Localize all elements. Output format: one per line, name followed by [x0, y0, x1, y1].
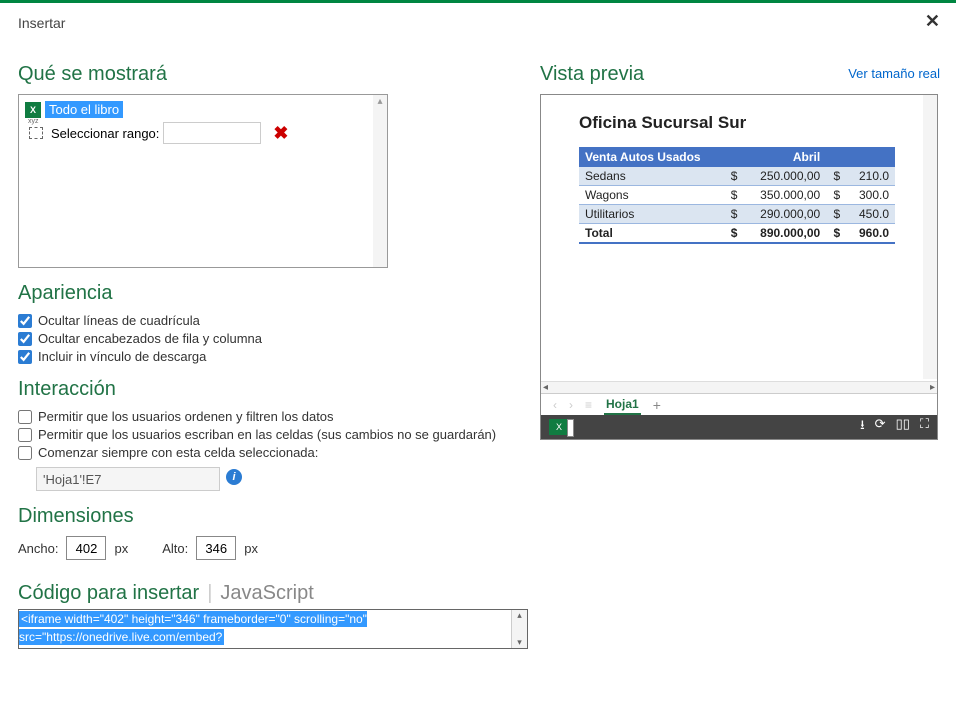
- section-interaction: Interacción: [18, 378, 528, 401]
- preview-table: Venta Autos Usados Abril Sedans$250.000,…: [579, 147, 895, 244]
- info-icon[interactable]: i: [226, 469, 242, 485]
- close-icon[interactable]: ✕: [925, 11, 940, 32]
- clear-range-icon[interactable]: ✖: [273, 123, 288, 144]
- embed-js-tab[interactable]: JavaScript: [220, 582, 313, 605]
- allow-write-label: Permitir que los usuarios escriban en la…: [38, 427, 496, 442]
- download-icon[interactable]: ⭳: [860, 416, 865, 438]
- preview-title: Oficina Sucursal Sur: [579, 113, 923, 133]
- tab-list-icon[interactable]: ≡: [585, 398, 592, 412]
- section-appearance: Apariencia: [18, 282, 528, 305]
- add-sheet-icon[interactable]: +: [653, 397, 661, 413]
- th-month: Abril: [723, 147, 826, 167]
- start-cell-input[interactable]: [36, 467, 220, 491]
- sheet-tabs: ‹ › ≡ Hoja1 +: [541, 393, 937, 415]
- section-what: Qué se mostrará: [18, 63, 528, 86]
- embed-code-box[interactable]: <iframe width="402" height="346" framebo…: [18, 609, 528, 649]
- tab-prev-icon[interactable]: ‹: [553, 398, 557, 412]
- embed-code-text[interactable]: <iframe width="402" height="346" framebo…: [19, 611, 367, 645]
- height-input[interactable]: [196, 536, 236, 560]
- start-cell-label: Comenzar siempre con esta celda seleccio…: [38, 445, 318, 460]
- refresh-icon[interactable]: ⟳: [875, 416, 886, 438]
- separator: |: [207, 582, 212, 605]
- code-scrollbar[interactable]: ▴▾: [511, 610, 527, 648]
- height-px: px: [244, 541, 258, 556]
- table-row: Wagons$350.000,00$300.0: [579, 186, 895, 205]
- include-download-checkbox[interactable]: Incluir in vínculo de descarga: [18, 349, 528, 364]
- select-range-label: Seleccionar rango:: [51, 126, 159, 141]
- allow-sort-checkbox[interactable]: Permitir que los usuarios ordenen y filt…: [18, 409, 528, 424]
- height-label: Alto:: [162, 541, 188, 556]
- section-embed: Código para insertar: [18, 582, 199, 605]
- hide-gridlines-checkbox[interactable]: Ocultar líneas de cuadrícula: [18, 313, 528, 328]
- section-dimensions: Dimensiones: [18, 505, 528, 528]
- hide-gridlines-label: Ocultar líneas de cuadrícula: [38, 313, 200, 328]
- preview-statusbar: X ⭳ ⟳ ▯▯ ⛶: [541, 415, 937, 439]
- fullscreen-icon[interactable]: ⛶: [920, 416, 929, 438]
- range-icon: [29, 127, 43, 139]
- th-main: Venta Autos Usados: [579, 147, 723, 167]
- preview-vscroll[interactable]: [923, 95, 937, 379]
- tab-next-icon[interactable]: ›: [569, 398, 573, 412]
- width-px: px: [114, 541, 128, 556]
- width-label: Ancho:: [18, 541, 58, 556]
- start-cell-checkbox[interactable]: Comenzar siempre con esta celda seleccio…: [18, 445, 528, 460]
- sheet-tab[interactable]: Hoja1: [604, 395, 641, 415]
- range-input[interactable]: [163, 122, 261, 144]
- whole-book-option[interactable]: Todo el libro: [45, 101, 123, 118]
- scrollbar[interactable]: ▴: [373, 95, 387, 267]
- hide-headers-checkbox[interactable]: Ocultar encabezados de fila y columna: [18, 331, 528, 346]
- excel-icon: X: [25, 102, 41, 118]
- preview-pane: Oficina Sucursal Sur Venta Autos Usados …: [540, 94, 938, 440]
- width-input[interactable]: [66, 536, 106, 560]
- dialog-title: Insertar: [0, 3, 956, 41]
- excel-logo-icon: X: [549, 419, 569, 435]
- what-shows-box: X Todo el libro Seleccionar rango: ✖ ▴: [18, 94, 388, 268]
- table-total-row: Total$890.000,00$960.0: [579, 224, 895, 244]
- table-row: Utilitarios$290.000,00$450.0: [579, 205, 895, 224]
- hide-headers-label: Ocultar encabezados de fila y columna: [38, 331, 262, 346]
- allow-write-checkbox[interactable]: Permitir que los usuarios escriban en la…: [18, 427, 528, 442]
- allow-sort-label: Permitir que los usuarios ordenen y filt…: [38, 409, 334, 424]
- table-row: Sedans$250.000,00$210.0: [579, 167, 895, 186]
- include-download-label: Incluir in vínculo de descarga: [38, 349, 206, 364]
- view-icon[interactable]: ▯▯: [896, 416, 910, 438]
- view-real-size-link[interactable]: Ver tamaño real: [848, 66, 940, 81]
